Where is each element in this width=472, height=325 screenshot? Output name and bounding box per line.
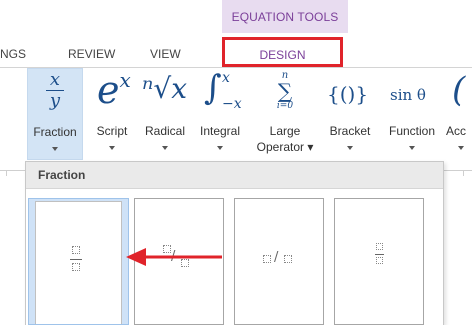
- annotation-arrow-icon: [126, 248, 222, 266]
